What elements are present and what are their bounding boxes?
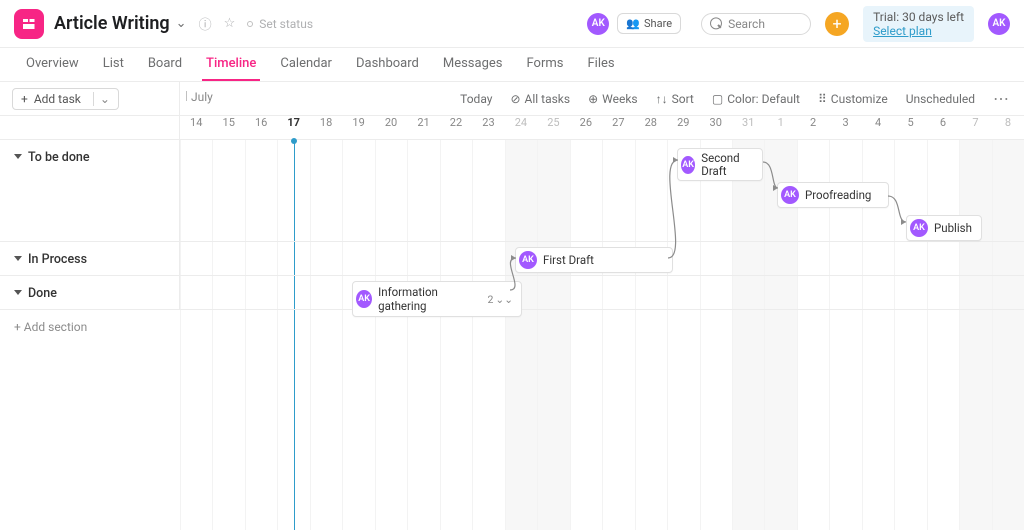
tab-calendar[interactable]: Calendar bbox=[268, 48, 344, 81]
star-icon[interactable]: ☆ bbox=[224, 16, 236, 31]
set-status-button[interactable]: Set status bbox=[247, 17, 313, 31]
collapse-icon[interactable] bbox=[14, 256, 22, 261]
share-button[interactable]: 👥Share bbox=[617, 13, 681, 34]
day-header-cell: 31 bbox=[732, 116, 764, 139]
sort-button[interactable]: ↑↓Sort bbox=[656, 92, 694, 106]
section-in-process[interactable]: In Process bbox=[0, 242, 180, 275]
tab-dashboard[interactable]: Dashboard bbox=[344, 48, 431, 81]
day-header-cell: 18 bbox=[310, 116, 342, 139]
day-header-cell: 1 bbox=[764, 116, 796, 139]
task-second-draft[interactable]: AK Second Draft bbox=[677, 148, 763, 181]
task-publish[interactable]: AK Publish bbox=[906, 215, 982, 241]
day-header-cell: 16 bbox=[245, 116, 277, 139]
day-header-cell: 4 bbox=[862, 116, 894, 139]
day-header-cell: 27 bbox=[602, 116, 634, 139]
add-task-button[interactable]: + Add task ⌄ bbox=[12, 88, 119, 110]
section-done[interactable]: Done bbox=[0, 276, 180, 309]
timeline-sections: To be done AK Second Draft AK Proofreadi… bbox=[0, 140, 1024, 344]
checkmark-circle-icon: ⊘ bbox=[510, 92, 520, 106]
day-header-cell: 19 bbox=[342, 116, 374, 139]
day-header-cell: 3 bbox=[829, 116, 861, 139]
dropdown-caret-icon[interactable]: ⌄ bbox=[93, 92, 110, 106]
task-first-draft[interactable]: AK First Draft bbox=[515, 247, 673, 273]
day-header-cell: 2 bbox=[797, 116, 829, 139]
user-avatar[interactable]: AK bbox=[988, 13, 1010, 35]
day-header-cell: 8 bbox=[992, 116, 1024, 139]
day-header-cell: 17 bbox=[277, 116, 309, 139]
assignee-avatar: AK bbox=[681, 156, 695, 174]
tab-forms[interactable]: Forms bbox=[514, 48, 575, 81]
member-avatar[interactable]: AK bbox=[587, 13, 609, 35]
select-plan-link[interactable]: Select plan bbox=[873, 24, 964, 38]
tab-overview[interactable]: Overview bbox=[14, 48, 91, 81]
month-label: July bbox=[186, 90, 213, 104]
sort-icon: ↑↓ bbox=[656, 92, 668, 106]
day-header-cell: 23 bbox=[472, 116, 504, 139]
tab-messages[interactable]: Messages bbox=[431, 48, 515, 81]
day-header-cell: 28 bbox=[635, 116, 667, 139]
day-header-cell: 24 bbox=[505, 116, 537, 139]
zoom-weeks[interactable]: ⊕Weeks bbox=[588, 92, 638, 106]
day-header-cell: 25 bbox=[537, 116, 569, 139]
unscheduled-button[interactable]: Unscheduled bbox=[906, 92, 975, 106]
day-header-cell: 21 bbox=[407, 116, 439, 139]
search-input[interactable]: Search bbox=[701, 13, 811, 35]
color-button[interactable]: ▢Color: Default bbox=[712, 92, 800, 106]
section-to-be-done[interactable]: To be done bbox=[0, 140, 180, 241]
day-header-cell: 14 bbox=[180, 116, 212, 139]
customize-icon: ⠿ bbox=[818, 92, 827, 106]
day-header-cell: 22 bbox=[440, 116, 472, 139]
today-button[interactable]: Today bbox=[460, 92, 492, 106]
assignee-avatar: AK bbox=[910, 219, 928, 237]
day-header-cell: 15 bbox=[212, 116, 244, 139]
day-header-cell: 6 bbox=[927, 116, 959, 139]
tab-list[interactable]: List bbox=[91, 48, 136, 81]
tab-board[interactable]: Board bbox=[136, 48, 194, 81]
assignee-avatar: AK bbox=[356, 290, 372, 308]
project-title[interactable]: Article Writing bbox=[54, 13, 170, 34]
tag-icon: ▢ bbox=[712, 92, 723, 106]
day-header-cell: 26 bbox=[570, 116, 602, 139]
collapse-icon[interactable] bbox=[14, 154, 22, 159]
day-header-cell: 20 bbox=[375, 116, 407, 139]
more-icon[interactable]: ⋯ bbox=[993, 89, 1010, 108]
day-header-cell: 5 bbox=[894, 116, 926, 139]
date-header: 1415161718192021222324252627282930311234… bbox=[180, 116, 1024, 139]
global-add-button[interactable]: + bbox=[825, 12, 849, 36]
day-header-cell: 7 bbox=[959, 116, 991, 139]
customize-button[interactable]: ⠿Customize bbox=[818, 92, 888, 106]
people-icon: 👥 bbox=[626, 17, 640, 30]
chevron-down-icon[interactable]: ⌄ bbox=[176, 16, 187, 31]
collapse-icon[interactable] bbox=[14, 290, 22, 295]
day-header-cell: 29 bbox=[667, 116, 699, 139]
subtask-icon: ⌄⌄ bbox=[495, 293, 513, 306]
app-logo[interactable] bbox=[14, 9, 44, 39]
task-information-gathering[interactable]: AK Information gathering 2⌄⌄ bbox=[352, 281, 522, 317]
tab-timeline[interactable]: Timeline bbox=[194, 48, 268, 81]
view-tabs: Overview List Board Timeline Calendar Da… bbox=[0, 48, 1024, 82]
tab-files[interactable]: Files bbox=[575, 48, 626, 81]
assignee-avatar: AK bbox=[519, 251, 537, 269]
magnify-icon: ⊕ bbox=[588, 92, 598, 106]
day-header-cell: 30 bbox=[700, 116, 732, 139]
assignee-avatar: AK bbox=[781, 186, 799, 204]
info-icon[interactable]: ⓘ bbox=[199, 14, 212, 33]
plus-icon: + bbox=[21, 92, 28, 106]
filter-all-tasks[interactable]: ⊘All tasks bbox=[510, 92, 570, 106]
trial-banner[interactable]: Trial: 30 days left Select plan bbox=[863, 6, 974, 42]
trial-days-left: Trial: 30 days left bbox=[873, 10, 964, 24]
subtask-count: 2⌄⌄ bbox=[487, 293, 513, 306]
task-proofreading[interactable]: AK Proofreading bbox=[777, 182, 889, 208]
